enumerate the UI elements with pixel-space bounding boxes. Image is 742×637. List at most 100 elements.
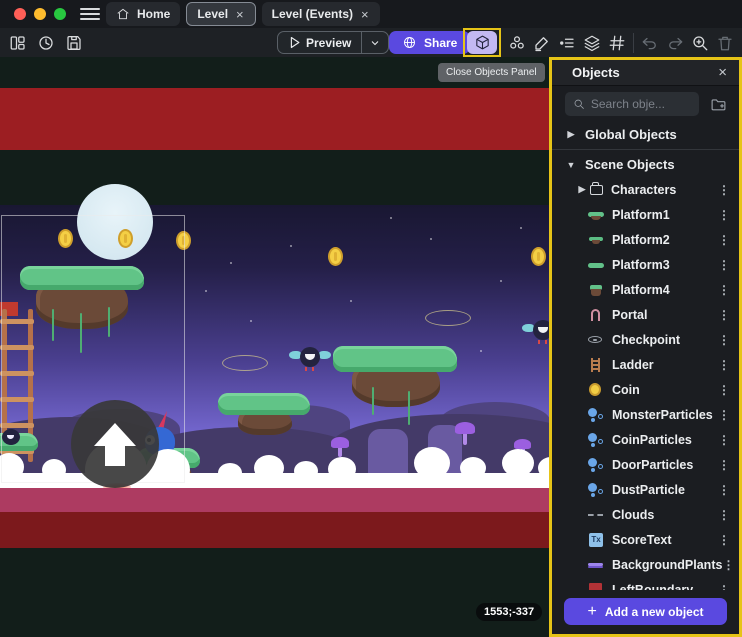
instances-list-icon[interactable] xyxy=(555,31,579,55)
tab-level[interactable]: Level × xyxy=(186,2,255,26)
kebab-menu-icon[interactable]: ⋮ xyxy=(718,383,730,397)
kebab-menu-icon[interactable]: ⋮ xyxy=(718,458,730,472)
mushroom-sprite xyxy=(514,439,531,449)
object-row-platform1[interactable]: Platform1⋮ xyxy=(552,202,739,227)
redo-icon[interactable] xyxy=(663,31,687,55)
monster-sprite[interactable] xyxy=(297,345,323,369)
add-folder-icon[interactable] xyxy=(707,93,729,115)
close-tab-icon[interactable]: × xyxy=(235,7,245,22)
object-label: BackgroundPlants xyxy=(612,558,722,572)
platform-sprite[interactable] xyxy=(218,393,310,415)
ladder-icon xyxy=(588,357,604,373)
kebab-menu-icon[interactable]: ⋮ xyxy=(718,508,730,522)
jump-control-sprite[interactable] xyxy=(71,400,159,488)
cloud-outline-sprite[interactable] xyxy=(425,310,471,326)
object-label: ScoreText xyxy=(612,533,672,547)
object-row-coinparticles[interactable]: CoinParticles⋮ xyxy=(552,427,739,452)
cloud-outline-sprite[interactable] xyxy=(222,355,268,371)
undo-icon[interactable] xyxy=(638,31,662,55)
projects-panel-icon[interactable] xyxy=(6,31,30,55)
tab-home[interactable]: Home xyxy=(106,2,180,26)
kebab-menu-icon[interactable]: ⋮ xyxy=(718,283,730,297)
kebab-menu-icon[interactable]: ⋮ xyxy=(718,208,730,222)
checkpoint-icon xyxy=(588,332,604,348)
top-boundary-band xyxy=(0,88,549,150)
objects-panel-header: Objects × xyxy=(552,60,739,86)
app-window: Home Level × Level (Events) × xyxy=(0,0,742,637)
ground-pink-band xyxy=(0,488,549,512)
object-row-doorparticles[interactable]: DoorParticles ⋮ xyxy=(552,452,739,477)
edit-icon[interactable] xyxy=(530,31,554,55)
kebab-menu-icon[interactable]: ⋮ xyxy=(718,583,730,591)
objects-tree: ▶ Global Objects ▼ Scene Objects ▶Charac… xyxy=(552,122,739,590)
kebab-menu-icon[interactable]: ⋮ xyxy=(718,533,730,547)
coin-sprite[interactable] xyxy=(531,247,546,266)
grid-icon[interactable] xyxy=(605,31,629,55)
close-panel-icon[interactable]: × xyxy=(718,64,727,81)
object-row-platform2[interactable]: Platform2⋮ xyxy=(552,227,739,252)
save-icon[interactable] xyxy=(62,31,86,55)
object-row-portal[interactable]: Portal ⋮ xyxy=(552,302,739,327)
object-row-monsterparticles[interactable]: MonsterParticles ⋮ xyxy=(552,402,739,427)
search-row xyxy=(552,86,739,122)
kebab-menu-icon[interactable]: ⋮ xyxy=(722,558,734,572)
object-label: DoorParticles xyxy=(612,458,693,472)
tree-group-scene[interactable]: ▼ Scene Objects xyxy=(552,152,739,177)
platform-sprite[interactable] xyxy=(333,346,457,372)
scene-canvas[interactable]: 1553;-337 xyxy=(0,57,549,637)
object-row-scoretext[interactable]: Tx ScoreText ⋮ xyxy=(552,527,739,552)
object-row-clouds[interactable]: Clouds⋮ xyxy=(552,502,739,527)
scoretext-icon: Tx xyxy=(588,532,604,548)
menu-icon[interactable] xyxy=(80,8,100,20)
trash-icon[interactable] xyxy=(713,31,737,55)
window-controls[interactable] xyxy=(14,8,66,20)
object-label: MonsterParticles xyxy=(612,408,713,422)
tree-group-global[interactable]: ▶ Global Objects xyxy=(552,122,739,147)
mushroom-sprite xyxy=(331,437,349,448)
tab-level-events[interactable]: Level (Events) × xyxy=(262,2,380,26)
add-object-button[interactable]: + Add a new object xyxy=(564,598,727,625)
object-row-backgroundplants[interactable]: BackgroundPlants⋮ xyxy=(552,552,739,577)
kebab-menu-icon[interactable]: ⋮ xyxy=(718,358,730,372)
kebab-menu-icon[interactable]: ⋮ xyxy=(718,408,730,422)
chevron-down-icon[interactable] xyxy=(362,37,388,49)
minimize-window-icon[interactable] xyxy=(34,8,46,20)
share-button[interactable]: Share xyxy=(389,31,470,54)
kebab-menu-icon[interactable]: ⋮ xyxy=(718,258,730,272)
maximize-window-icon[interactable] xyxy=(54,8,66,20)
layers-icon[interactable] xyxy=(580,31,604,55)
chevron-right-icon: ▶ xyxy=(565,129,577,140)
preview-button[interactable]: Preview xyxy=(277,31,389,54)
object-row-coin[interactable]: Coin⋮ xyxy=(552,377,739,402)
kebab-menu-icon[interactable]: ⋮ xyxy=(718,333,730,347)
object-row-platform4[interactable]: Platform4⋮ xyxy=(552,277,739,302)
kebab-menu-icon[interactable]: ⋮ xyxy=(718,308,730,322)
zoom-in-icon[interactable] xyxy=(688,31,712,55)
monster-sprite[interactable] xyxy=(530,318,549,342)
object-row-characters[interactable]: ▶Characters⋮ xyxy=(552,177,739,202)
close-window-icon[interactable] xyxy=(14,8,26,20)
object-row-platform3[interactable]: Platform3⋮ xyxy=(552,252,739,277)
kebab-menu-icon[interactable]: ⋮ xyxy=(718,233,730,247)
object-label: Portal xyxy=(612,308,647,322)
search-input[interactable] xyxy=(591,97,691,111)
portal-icon xyxy=(588,307,604,323)
kebab-menu-icon[interactable]: ⋮ xyxy=(718,183,730,197)
object-groups-icon[interactable] xyxy=(505,31,529,55)
object-row-checkpoint[interactable]: Checkpoint⋮ xyxy=(552,327,739,352)
objects-panel-title: Objects xyxy=(572,65,620,80)
kebab-menu-icon[interactable]: ⋮ xyxy=(718,483,730,497)
history-icon[interactable] xyxy=(34,31,58,55)
coin-sprite[interactable] xyxy=(328,247,343,266)
platform3-icon xyxy=(588,257,604,273)
tab-label: Level xyxy=(197,7,228,21)
object-row-ladder[interactable]: Ladder⋮ xyxy=(552,352,739,377)
platform1-icon xyxy=(588,207,604,223)
object-row-dustparticle[interactable]: DustParticle⋮ xyxy=(552,477,739,502)
object-row-leftboundary[interactable]: LeftBoundary⋮ xyxy=(552,577,739,590)
objects-panel-cube-icon[interactable] xyxy=(467,31,497,54)
preview-label: Preview xyxy=(302,36,361,50)
close-tab-icon[interactable]: × xyxy=(360,7,370,22)
search-box[interactable] xyxy=(565,92,699,116)
kebab-menu-icon[interactable]: ⋮ xyxy=(718,433,730,447)
